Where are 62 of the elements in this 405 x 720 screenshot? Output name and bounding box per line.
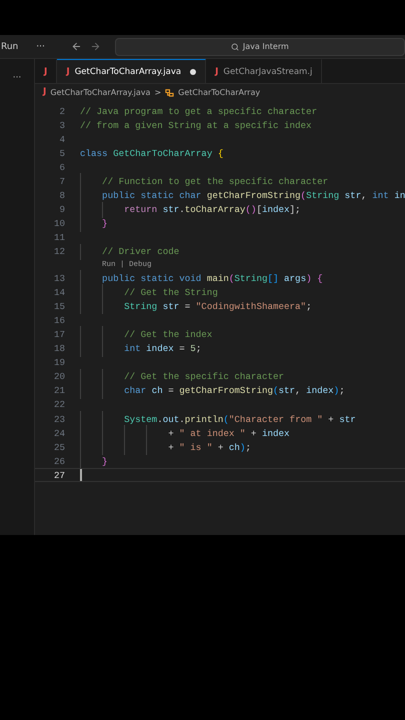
search-icon — [230, 42, 239, 50]
line-number: 2 — [58, 106, 65, 117]
breadcrumb-item[interactable]: GetCharToCharArray.java — [50, 88, 150, 96]
code-line: // Function to get the specific character — [101, 176, 328, 188]
code-line: System.out.println("Character from " + str — [123, 414, 356, 425]
code-line: char ch = getCharFromString(str, index); — [123, 385, 345, 396]
code-line: // Get the index — [123, 328, 212, 340]
line-number: 23 — [52, 414, 65, 425]
code-line: public static char getCharFromString(String str, int in — [101, 190, 405, 202]
forward-icon[interactable] — [90, 41, 101, 52]
back-icon[interactable] — [70, 41, 82, 52]
line-number: 24 — [52, 428, 65, 439]
code-line: // from a given String at a specific index — [80, 120, 312, 131]
line-number: 12 — [52, 246, 65, 258]
code-line: + " is " + ch); — [167, 442, 251, 453]
code-line: + " at index " + index — [167, 428, 290, 439]
java-icon: J — [66, 66, 70, 76]
more-menu[interactable]: ··· — [36, 42, 45, 52]
line-number: 26 — [52, 456, 65, 467]
editor-tab[interactable]: J GetCharToCharArray.java — [57, 59, 206, 83]
line-number: 20 — [52, 371, 65, 382]
line-number: 7 — [58, 176, 65, 188]
code-line: int index = 5; — [123, 343, 202, 354]
search-field[interactable]: Java Interm — [114, 38, 405, 56]
code-line: // Driver code — [101, 246, 180, 258]
line-number: 21 — [52, 385, 65, 396]
line-number: 4 — [58, 134, 65, 145]
code-line: // Get the String — [123, 286, 218, 298]
java-icon: J — [44, 66, 48, 76]
code-line: String str = "CodingwithShameera"; — [123, 300, 312, 312]
line-number: 9 — [58, 204, 65, 216]
more-menu[interactable]: ··· — [12, 73, 22, 83]
text-cursor — [80, 469, 82, 482]
line-number: 5 — [58, 148, 65, 159]
line-number: 18 — [52, 343, 65, 354]
line-number: 15 — [52, 300, 65, 312]
line-number: 13 — [52, 272, 65, 284]
line-number: 6 — [58, 162, 65, 173]
line-number: 10 — [52, 218, 65, 230]
code-line: class GetCharToCharArray { — [80, 148, 224, 159]
line-number: 27 — [52, 470, 65, 481]
code-line: } — [101, 456, 108, 467]
breadcrumb-separator: > — [154, 88, 162, 96]
code-line: // Get the specific character — [123, 371, 284, 382]
line-number: 16 — [52, 314, 65, 326]
class-icon — [165, 88, 174, 96]
code-line: // Java program to get a specific character — [80, 106, 318, 117]
line-number: 8 — [58, 190, 65, 202]
java-icon: J — [43, 87, 46, 97]
java-icon: J — [215, 66, 218, 76]
menu-item[interactable]: Run — [1, 42, 18, 52]
line-number: 17 — [52, 328, 65, 340]
line-number: 3 — [58, 120, 65, 131]
line-number: 14 — [52, 286, 65, 298]
code-line: return str.toCharArray()[index]; — [123, 204, 301, 216]
line-number: 22 — [52, 399, 65, 410]
breadcrumb-item[interactable]: GetCharToCharArray — [178, 88, 260, 96]
line-number: 19 — [52, 357, 65, 368]
line-number: 11 — [52, 232, 65, 244]
code-line: } — [101, 218, 108, 230]
code-line: public static void main(String[] args) { — [101, 272, 323, 284]
line-number: 25 — [52, 442, 65, 453]
